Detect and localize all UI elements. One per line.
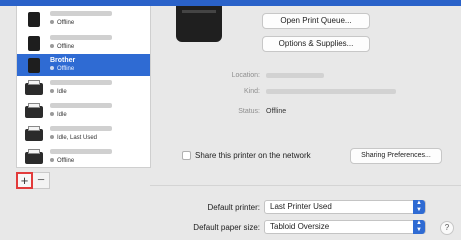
share-printer-row: Share this printer on the network [182, 151, 311, 160]
printer-name [50, 103, 112, 108]
printer-item[interactable]: Idle [17, 77, 150, 99]
kind-value [266, 89, 396, 94]
printer-name [50, 11, 112, 16]
status-dot-icon [50, 112, 54, 117]
status-dot-icon [50, 66, 54, 71]
printer-name [50, 149, 112, 154]
chevron-updown-icon: ▲ ▼ [413, 200, 425, 214]
help-button[interactable]: ? [440, 221, 454, 235]
printer-item[interactable]: Idle [17, 100, 150, 122]
divider [150, 185, 461, 186]
open-print-queue-button[interactable]: Open Print Queue... [262, 13, 370, 29]
sharing-preferences-button[interactable]: Sharing Preferences... [350, 148, 442, 164]
printer-item[interactable]: Idle, Last Used [17, 123, 150, 145]
printer-icon [23, 79, 45, 97]
printer-status: Idle [57, 112, 67, 118]
status-dot-icon [50, 158, 54, 163]
chevron-updown-icon: ▲ ▼ [413, 220, 425, 234]
printer-name [50, 35, 112, 40]
location-label: Location: [231, 72, 260, 79]
selected-printer-icon [176, 6, 222, 42]
remove-printer-button[interactable]: − [33, 172, 50, 189]
status-label: Status: [238, 108, 260, 115]
status-dot-icon [50, 89, 54, 94]
printer-item-selected[interactable]: Brother Offline [17, 54, 150, 76]
printer-status: Idle, Last Used [57, 135, 98, 141]
default-printer-label: Default printer: [207, 203, 260, 212]
share-printer-checkbox[interactable] [182, 151, 191, 160]
printer-status: Offline [57, 158, 75, 164]
printer-name [50, 126, 112, 131]
printer-status: Offline [57, 66, 75, 72]
status-dot-icon [50, 20, 54, 25]
printer-icon [23, 148, 45, 166]
printer-status: Offline [57, 20, 75, 26]
printer-icon [23, 102, 45, 120]
printer-icon [23, 125, 45, 143]
printer-status: Offline [57, 44, 75, 50]
add-remove-controls: + − [16, 172, 50, 189]
status-dot-icon [50, 44, 54, 49]
printer-name: Brother [50, 57, 76, 64]
location-value [266, 73, 324, 78]
label-printer-icon [23, 10, 45, 28]
status-dot-icon [50, 135, 54, 140]
share-printer-label: Share this printer on the network [195, 151, 311, 160]
printer-item[interactable]: Offline [17, 146, 150, 167]
printer-status: Idle [57, 89, 67, 95]
printer-item[interactable]: Offline [17, 32, 150, 54]
default-printer-select[interactable]: Last Printer Used ▲ ▼ [264, 200, 426, 214]
add-printer-button[interactable]: + [16, 172, 33, 189]
default-paper-size-label: Default paper size: [193, 223, 260, 232]
label-printer-icon [23, 34, 45, 52]
default-printer-value: Last Printer Used [270, 202, 332, 211]
status-value: Offline [266, 108, 287, 115]
default-paper-size-value: Tabloid Oversize [270, 222, 330, 231]
options-supplies-button[interactable]: Options & Supplies... [262, 36, 370, 52]
label-printer-icon [23, 56, 45, 74]
printer-name [50, 80, 112, 85]
default-paper-size-select[interactable]: Tabloid Oversize ▲ ▼ [264, 220, 426, 234]
kind-label: Kind: [244, 88, 260, 95]
printer-list[interactable]: Offline Offline Brother Offline Idle Idl… [16, 6, 151, 168]
printer-item[interactable]: Offline [17, 8, 150, 30]
